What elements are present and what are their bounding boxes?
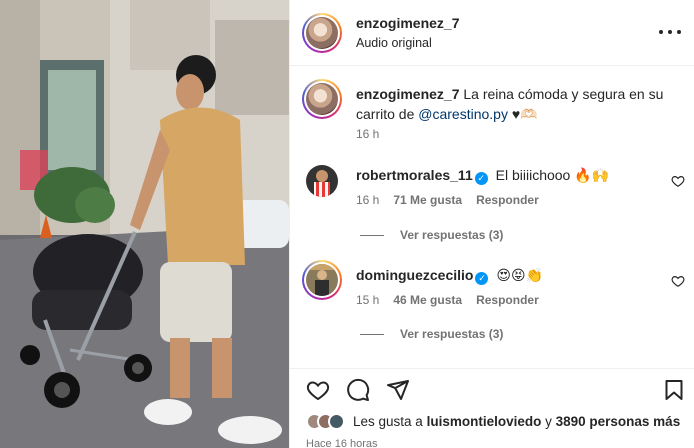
verified-badge-icon: ✓ bbox=[474, 172, 488, 185]
post-video[interactable] bbox=[0, 0, 289, 448]
comment-time[interactable]: 16 h bbox=[356, 193, 379, 207]
caption-time[interactable]: 16 h bbox=[356, 127, 379, 141]
reply-button[interactable]: Responder bbox=[476, 293, 539, 307]
comment-text: 😍😝👏 bbox=[496, 267, 543, 283]
commenter-avatar[interactable] bbox=[306, 165, 338, 197]
author-avatar[interactable] bbox=[302, 13, 342, 53]
likes-middle: y bbox=[545, 414, 552, 429]
caption-emoji: ♥🫶🏻 bbox=[511, 106, 538, 122]
post-header: enzogimenez_7 Audio original bbox=[290, 0, 694, 66]
comment-likes[interactable]: 46 Me gusta bbox=[393, 293, 462, 307]
action-bar bbox=[290, 368, 694, 408]
save-bookmark-icon[interactable] bbox=[662, 378, 686, 402]
more-options-icon[interactable] bbox=[659, 22, 681, 42]
comment-likes[interactable]: 71 Me gusta bbox=[393, 193, 462, 207]
caption-username[interactable]: enzogimenez_7 bbox=[356, 86, 459, 102]
audio-label[interactable]: Audio original bbox=[356, 36, 432, 50]
likes-summary: Les gusta a luismontieloviedo y 3890 per… bbox=[306, 413, 680, 430]
post-time-ago[interactable]: Hace 16 horas bbox=[306, 438, 378, 448]
liker-avatar bbox=[328, 413, 345, 430]
comment-like-heart-icon[interactable] bbox=[671, 274, 685, 288]
caption-mention-link[interactable]: @carestino.py bbox=[418, 106, 508, 122]
caption: enzogimenez_7 La reina cómoda y segura e… bbox=[356, 84, 676, 124]
author-username[interactable]: enzogimenez_7 bbox=[356, 15, 459, 31]
likes-count[interactable]: 3890 personas más bbox=[556, 414, 681, 429]
share-plane-icon[interactable] bbox=[386, 378, 410, 402]
video-frame bbox=[0, 0, 289, 448]
comment-username[interactable]: robertmorales_11 bbox=[356, 167, 473, 183]
view-replies-button[interactable]: Ver respuestas (3) bbox=[360, 228, 503, 242]
verified-badge-icon: ✓ bbox=[475, 272, 489, 285]
comment-username[interactable]: dominguezcecilio bbox=[356, 267, 473, 283]
commenter-avatar[interactable] bbox=[302, 260, 342, 300]
comment-time[interactable]: 15 h bbox=[356, 293, 379, 307]
caption-avatar[interactable] bbox=[302, 79, 342, 119]
reply-button[interactable]: Responder bbox=[476, 193, 539, 207]
post-details-panel: enzogimenez_7 Audio original enzogimenez… bbox=[289, 0, 694, 448]
like-heart-icon[interactable] bbox=[306, 378, 330, 402]
view-replies-button[interactable]: Ver respuestas (3) bbox=[360, 327, 503, 341]
comment-bubble-icon[interactable] bbox=[346, 378, 370, 402]
liker-username[interactable]: luismontieloviedo bbox=[427, 414, 542, 429]
comment-text: El biiiichooo 🔥🙌 bbox=[495, 167, 610, 183]
comment-like-heart-icon[interactable] bbox=[671, 174, 685, 188]
likes-prefix: Les gusta a bbox=[353, 414, 423, 429]
